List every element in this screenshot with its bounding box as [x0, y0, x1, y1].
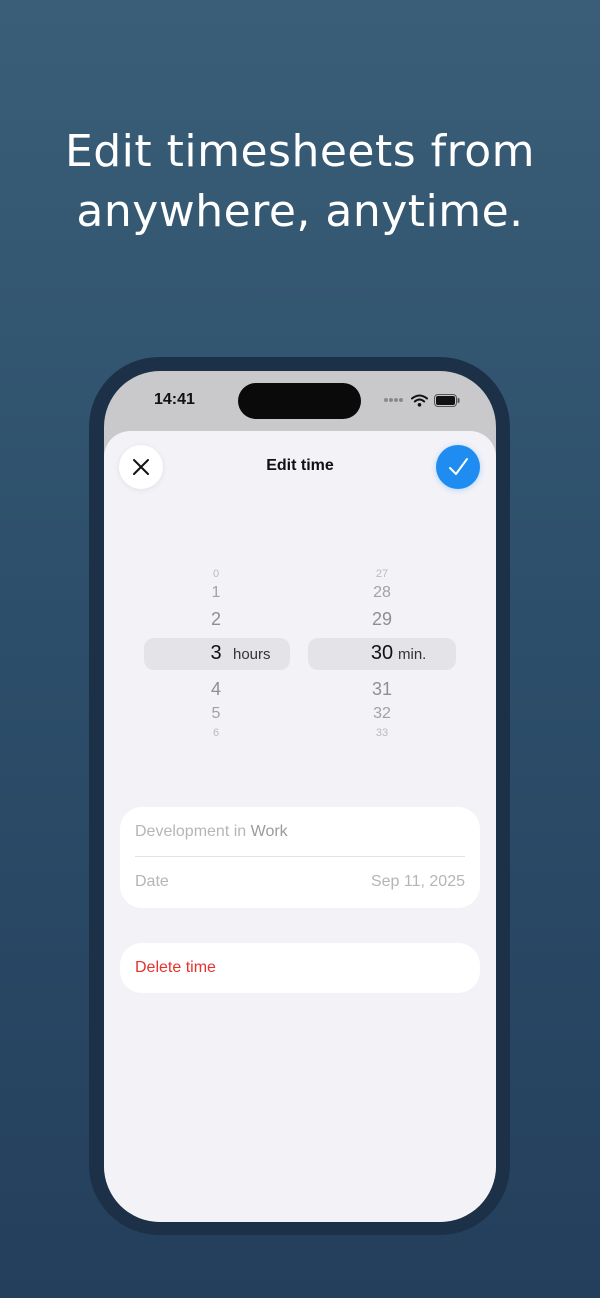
minutes-unit-label: min.: [398, 646, 427, 663]
delete-time-button[interactable]: Delete time: [120, 943, 480, 993]
status-icons: [383, 393, 460, 407]
hours-option[interactable]: 2: [202, 608, 230, 630]
hours-unit-label: hours: [233, 646, 271, 663]
minutes-option[interactable]: 29: [362, 608, 402, 630]
duration-picker: 0 1 2 3 4 5 6 hours 27 28 29 30 31 32 33…: [104, 566, 496, 746]
hours-option-selected[interactable]: 3: [202, 641, 230, 665]
date-label: Date: [135, 873, 169, 890]
headline-line-1: Edit timesheets from: [64, 126, 536, 177]
hours-option[interactable]: 4: [202, 678, 230, 700]
minutes-option[interactable]: 33: [362, 725, 402, 741]
minutes-option[interactable]: 28: [362, 583, 402, 603]
hours-option[interactable]: 1: [202, 583, 230, 603]
edit-time-sheet: Edit time 0 1 2 3 4 5 6 hours 27 28 29 3…: [104, 431, 496, 1222]
dynamic-island: [238, 383, 361, 419]
headline-line-2: anywhere, anytime.: [76, 186, 524, 237]
headline: Edit timesheets from anywhere, anytime.: [0, 122, 600, 242]
details-card: Development in Work Date Sep 11, 2025: [120, 807, 480, 908]
minutes-option[interactable]: 32: [362, 704, 402, 724]
status-time: 14:41: [154, 391, 195, 408]
wifi-icon: [411, 394, 428, 407]
date-row[interactable]: Date Sep 11, 2025: [135, 857, 465, 907]
minutes-option[interactable]: 27: [362, 566, 402, 582]
status-bar: 14:41: [104, 371, 496, 431]
checkmark-icon: [449, 458, 468, 475]
project-name: Work: [250, 822, 288, 840]
project-prefix: Development in: [135, 822, 247, 840]
minutes-option-selected[interactable]: 30: [362, 641, 402, 665]
project-row[interactable]: Development in Work: [135, 807, 465, 857]
project-text: Development in Work: [135, 823, 288, 841]
hours-option[interactable]: 0: [202, 566, 230, 582]
done-button[interactable]: [436, 445, 480, 489]
delete-time-label: Delete time: [135, 959, 216, 976]
hours-option[interactable]: 5: [202, 704, 230, 724]
date-value: Sep 11, 2025: [370, 873, 465, 890]
minutes-option[interactable]: 31: [362, 678, 402, 700]
battery-icon: [434, 393, 460, 407]
signal-dots-icon: [384, 398, 403, 402]
phone-screen: 14:41 Edit time 0 1 2 3 4 5 6 hours 27 2…: [104, 371, 496, 1222]
hours-option[interactable]: 6: [202, 725, 230, 741]
